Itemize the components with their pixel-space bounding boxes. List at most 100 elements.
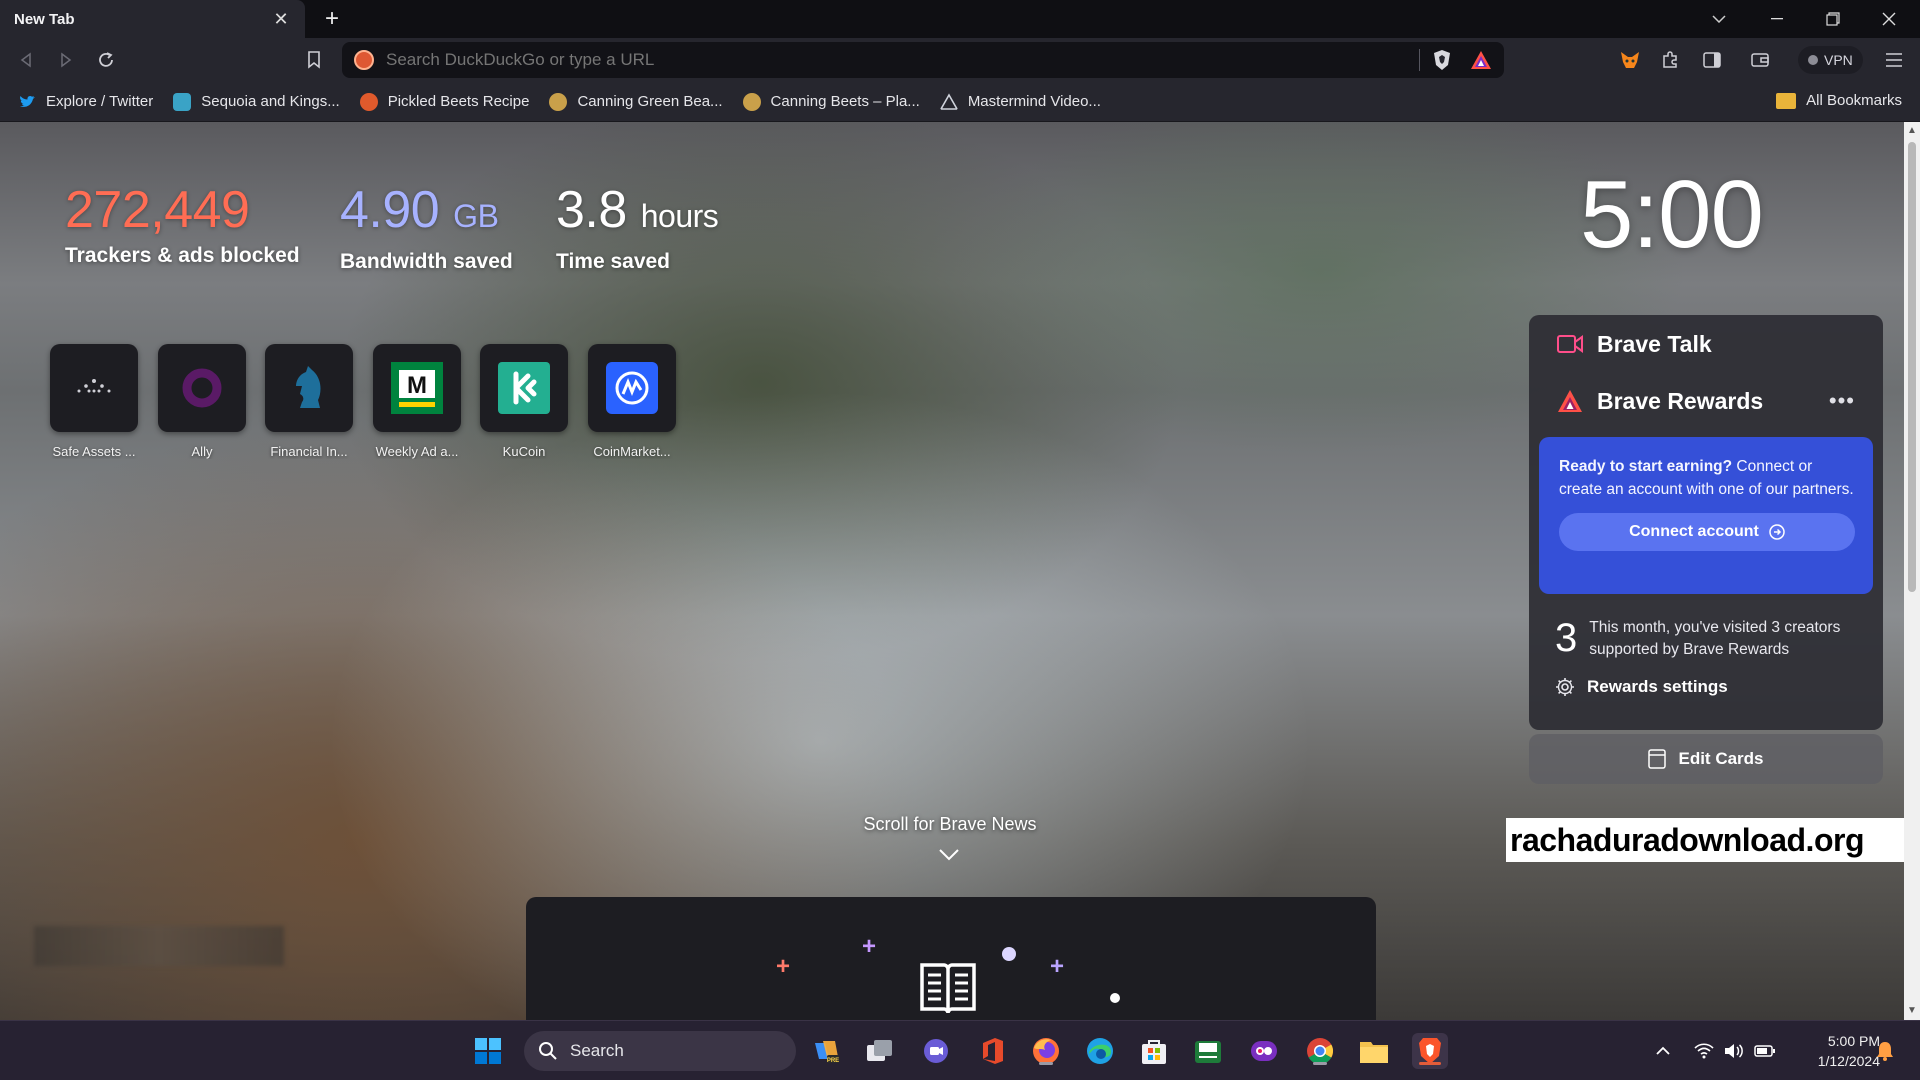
svg-text:PRE: PRE bbox=[827, 1058, 839, 1064]
top-site-coinmarketcap[interactable]: CoinMarket... bbox=[587, 344, 677, 459]
stat-trackers: 272,449 Trackers & ads blocked bbox=[65, 180, 300, 268]
bookmark-sequoia[interactable]: Sequoia and Kings... bbox=[173, 92, 340, 111]
minimize-button[interactable] bbox=[1750, 0, 1804, 38]
new-tab-button[interactable]: + bbox=[318, 5, 346, 33]
tab-search-chevron-icon[interactable] bbox=[1692, 0, 1746, 38]
time-unit: hours bbox=[640, 198, 719, 234]
system-clock[interactable]: 5:00 PM 1/12/2024 bbox=[1782, 1031, 1880, 1071]
brave-shields-icon[interactable] bbox=[1432, 49, 1452, 71]
file-explorer-icon[interactable] bbox=[1356, 1033, 1392, 1069]
rewards-settings-label: Rewards settings bbox=[1587, 677, 1728, 696]
bookmark-label: Explore / Twitter bbox=[46, 93, 154, 110]
video-camera-icon bbox=[1557, 335, 1583, 353]
scrollbar-thumb[interactable] bbox=[1908, 142, 1916, 592]
rewards-prompt-bold: Ready to start earning? bbox=[1559, 458, 1733, 475]
bookmark-label: Pickled Beets Recipe bbox=[387, 93, 530, 110]
rewards-connect-panel: Ready to start earning? Connect or creat… bbox=[1539, 437, 1873, 594]
bookmark-canning-beets[interactable]: Canning Beets – Pla... bbox=[742, 92, 920, 111]
close-tab-icon[interactable]: ✕ bbox=[271, 9, 291, 30]
task-view-icon[interactable] bbox=[862, 1033, 898, 1069]
sparkle-icon: + bbox=[776, 953, 791, 980]
wifi-icon[interactable] bbox=[1694, 1021, 1714, 1080]
bat-logo-icon bbox=[1558, 390, 1582, 412]
top-site-financial[interactable]: Financial In... bbox=[264, 344, 354, 459]
address-bar[interactable] bbox=[342, 42, 1504, 78]
safe-assets-icon bbox=[77, 379, 111, 393]
bookmark-icon[interactable] bbox=[300, 46, 328, 74]
reload-icon[interactable] bbox=[92, 46, 120, 74]
browser-toolbar: VPN bbox=[0, 38, 1920, 82]
chevron-down-icon[interactable] bbox=[938, 848, 960, 862]
copilot-icon[interactable]: PRE bbox=[808, 1033, 844, 1069]
brave-rewards-icon[interactable] bbox=[1470, 50, 1492, 70]
extensions-icon[interactable] bbox=[1656, 46, 1684, 74]
bookmark-twitter[interactable]: Explore / Twitter bbox=[18, 93, 153, 111]
restore-button[interactable] bbox=[1806, 0, 1860, 38]
top-site-safe-assets[interactable]: Safe Assets ... bbox=[49, 344, 139, 459]
forward-icon[interactable] bbox=[52, 46, 80, 74]
wallet-icon[interactable] bbox=[1746, 46, 1774, 74]
menards-icon: M bbox=[391, 362, 443, 414]
firefox-icon[interactable] bbox=[1028, 1033, 1064, 1069]
solitaire-icon[interactable] bbox=[1190, 1033, 1226, 1069]
metamask-icon[interactable] bbox=[1616, 46, 1644, 74]
rewards-settings-link[interactable]: Rewards settings bbox=[1529, 661, 1883, 713]
vpn-label: VPN bbox=[1824, 52, 1853, 68]
canning-icon bbox=[742, 92, 761, 111]
all-bookmarks-label: All Bookmarks bbox=[1806, 92, 1902, 109]
newspaper-book-icon bbox=[920, 963, 976, 1014]
clipchamp-icon[interactable] bbox=[1246, 1033, 1282, 1069]
sidebar-toggle-icon[interactable] bbox=[1698, 46, 1726, 74]
office-icon[interactable] bbox=[974, 1033, 1010, 1069]
close-window-button[interactable] bbox=[1862, 0, 1916, 38]
top-site-weekly-ad[interactable]: M Weekly Ad a... bbox=[372, 344, 462, 459]
url-input[interactable] bbox=[386, 50, 1407, 70]
teams-chat-icon[interactable] bbox=[918, 1033, 954, 1069]
windows-start-icon[interactable] bbox=[470, 1033, 506, 1069]
creators-visited: 3 This month, you've visited 3 creators … bbox=[1529, 594, 1883, 661]
vpn-button[interactable]: VPN bbox=[1798, 46, 1863, 74]
notification-bell-icon[interactable] bbox=[1876, 1021, 1894, 1080]
bookmark-label: Sequoia and Kings... bbox=[201, 93, 340, 110]
kucoin-icon bbox=[498, 362, 550, 414]
bandwidth-value: 4.90 bbox=[340, 181, 440, 239]
all-bookmarks-button[interactable]: All Bookmarks bbox=[1776, 92, 1902, 109]
tab-new-tab[interactable]: New Tab ✕ bbox=[0, 0, 305, 38]
edit-cards-button[interactable]: Edit Cards bbox=[1529, 734, 1883, 784]
windows-taskbar: Search PRE 5:00 PM 1/12/2024 bbox=[0, 1020, 1920, 1080]
menu-icon[interactable] bbox=[1880, 46, 1908, 74]
connect-account-button[interactable]: Connect account bbox=[1559, 513, 1855, 551]
page-scrollbar[interactable]: ▲ ▼ bbox=[1904, 122, 1920, 1020]
bookmark-label: Canning Green Bea... bbox=[577, 93, 723, 110]
more-options-icon[interactable]: ••• bbox=[1829, 388, 1855, 414]
svg-text:M: M bbox=[407, 372, 427, 399]
edge-icon[interactable] bbox=[1082, 1033, 1118, 1069]
top-site-ally[interactable]: Ally bbox=[157, 344, 247, 459]
nps-icon bbox=[173, 92, 192, 111]
brave-browser-icon[interactable] bbox=[1412, 1033, 1448, 1069]
show-hidden-icons[interactable] bbox=[1656, 1021, 1670, 1080]
battery-icon[interactable] bbox=[1754, 1021, 1776, 1080]
chrome-icon[interactable] bbox=[1302, 1033, 1338, 1069]
top-site-name: Financial In... bbox=[270, 444, 348, 459]
cards-icon bbox=[1648, 749, 1667, 769]
clock: 5:00 bbox=[1580, 161, 1764, 268]
bookmark-label: Canning Beets – Pla... bbox=[770, 93, 920, 110]
top-site-kucoin[interactable]: KuCoin bbox=[479, 344, 569, 459]
folder-icon bbox=[1776, 92, 1797, 109]
scroll-up-arrow[interactable]: ▲ bbox=[1904, 124, 1920, 138]
brave-talk-card[interactable]: Brave Talk bbox=[1529, 315, 1883, 373]
brave-talk-title: Brave Talk bbox=[1597, 330, 1712, 357]
bookmark-mastermind[interactable]: Mastermind Video... bbox=[939, 92, 1101, 111]
bookmark-canning-green-beans[interactable]: Canning Green Bea... bbox=[549, 92, 723, 111]
ms-store-icon[interactable] bbox=[1136, 1033, 1172, 1069]
trackers-value: 272,449 bbox=[65, 181, 250, 239]
taskbar-search[interactable]: Search bbox=[524, 1031, 796, 1071]
back-icon[interactable] bbox=[12, 46, 40, 74]
gear-icon bbox=[1556, 678, 1574, 696]
time-value: 3.8 bbox=[556, 181, 627, 239]
volume-icon[interactable] bbox=[1724, 1021, 1744, 1080]
scroll-down-arrow[interactable]: ▼ bbox=[1904, 1004, 1920, 1018]
taskbar-search-label: Search bbox=[570, 1041, 624, 1060]
bookmark-pickled-beets[interactable]: Pickled Beets Recipe bbox=[359, 92, 530, 111]
